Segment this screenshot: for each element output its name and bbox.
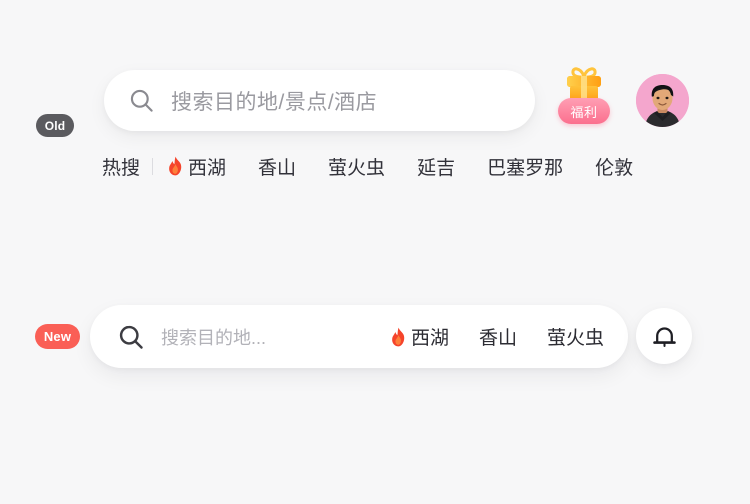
hot-search-item-0[interactable]: 西湖 <box>167 153 226 180</box>
welfare-badge: 福利 <box>558 98 610 124</box>
old-search-bar[interactable]: 搜索目的地/景点/酒店 <box>104 70 535 131</box>
comparison-stage: Old 搜索目的地/景点/酒店 福利 热搜 西湖 香山 萤火虫 延吉 巴塞罗那 … <box>0 0 750 504</box>
hot-search-label: 热搜 <box>102 157 141 179</box>
gift-entry-button[interactable]: 福利 <box>558 64 610 130</box>
bell-icon <box>651 323 678 350</box>
notification-button[interactable] <box>636 308 692 364</box>
old-search-placeholder: 搜索目的地/景点/酒店 <box>171 90 378 114</box>
flame-icon <box>167 156 184 176</box>
old-variant-section: Old 搜索目的地/景点/酒店 福利 热搜 西湖 香山 萤火虫 延吉 巴塞罗那 … <box>0 0 750 200</box>
old-hot-search-row: 热搜 西湖 香山 萤火虫 延吉 巴塞罗那 伦敦 <box>102 152 633 180</box>
old-variant-badge: Old <box>36 114 74 137</box>
search-icon <box>128 87 155 114</box>
hot-search-item-1[interactable]: 香山 <box>258 153 296 180</box>
hot-search-divider <box>152 157 154 175</box>
inline-tag-0[interactable]: 西湖 <box>390 323 449 350</box>
flame-icon <box>390 327 407 347</box>
hot-search-item-5[interactable]: 伦敦 <box>595 153 633 180</box>
new-search-placeholder: 搜索目的地... <box>161 327 267 348</box>
inline-tag-1[interactable]: 香山 <box>479 323 517 350</box>
new-variant-badge: New <box>35 324 80 349</box>
hot-search-item-2[interactable]: 萤火虫 <box>328 153 385 180</box>
inline-tag-label: 西湖 <box>410 328 449 349</box>
avatar[interactable] <box>636 74 689 127</box>
avatar-image <box>636 74 689 127</box>
hot-search-item-3[interactable]: 延吉 <box>417 153 455 180</box>
new-inline-hot-tags: 西湖 香山 萤火虫 <box>390 323 604 350</box>
hot-search-item-4[interactable]: 巴塞罗那 <box>487 153 563 180</box>
new-search-bar[interactable]: 搜索目的地... 西湖 香山 萤火虫 <box>90 305 628 368</box>
hot-search-item-label: 西湖 <box>188 157 227 179</box>
search-icon <box>117 323 145 351</box>
inline-tag-2[interactable]: 萤火虫 <box>547 323 604 350</box>
